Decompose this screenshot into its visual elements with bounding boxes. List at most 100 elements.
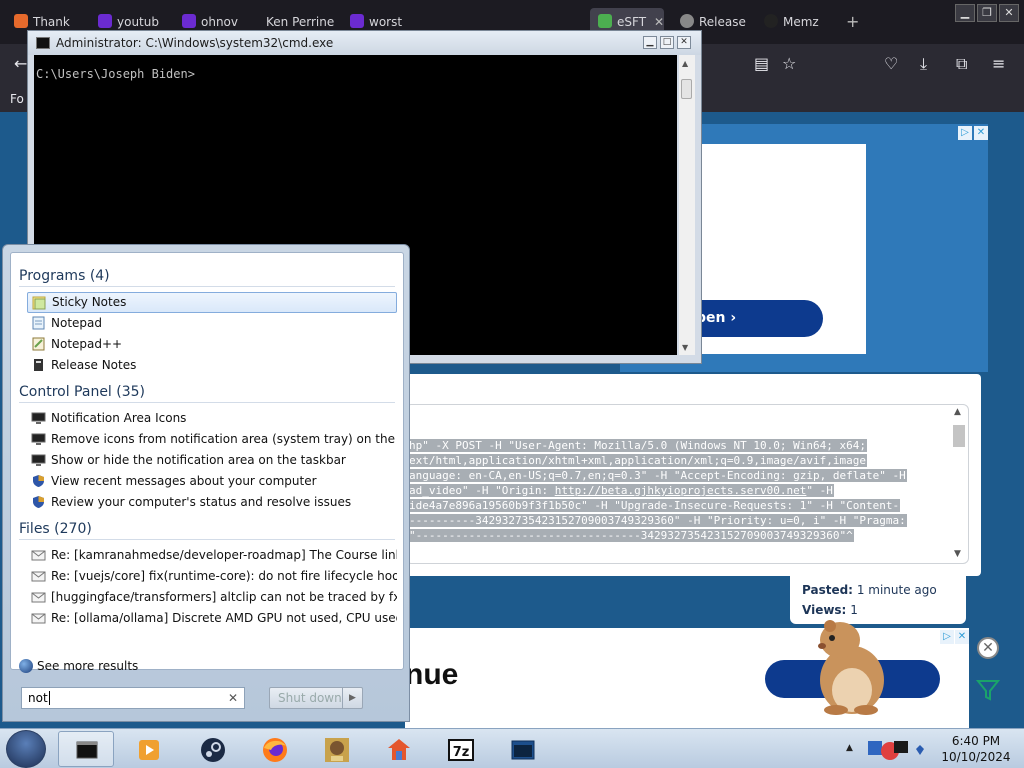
7zip-icon: 7z xyxy=(448,739,474,761)
ad-close-icon[interactable]: ✕ xyxy=(974,126,988,140)
cmd-icon xyxy=(36,37,50,49)
taskbar-window[interactable] xyxy=(494,731,550,767)
browser-tab[interactable]: Memz xyxy=(756,8,838,36)
extensions-icon[interactable]: ⧉ xyxy=(956,54,967,74)
scroll-down-icon[interactable]: ▼ xyxy=(682,343,688,352)
shutdown-button[interactable]: Shut down ▶ xyxy=(269,687,363,709)
close-tab-icon[interactable]: ✕ xyxy=(654,15,664,29)
result-release-notes[interactable]: Release Notes xyxy=(27,355,397,376)
result-file[interactable]: Re: [vuejs/core] fix(runtime-core): do n… xyxy=(27,566,397,587)
code-line: ----------342932735423152709003749329360… xyxy=(408,514,907,527)
back-icon[interactable]: ← xyxy=(14,54,27,73)
download-icon[interactable]: ⤓ xyxy=(920,54,927,74)
cmd-close-button[interactable]: ✕ xyxy=(677,36,691,49)
result-file[interactable]: Re: [ollama/ollama] Discrete AMD GPU not… xyxy=(27,608,397,629)
result-remove-icons[interactable]: Remove icons from notification area (sys… xyxy=(27,429,397,450)
new-tab-icon[interactable]: + xyxy=(846,12,859,31)
system-clock[interactable]: 6:40 PM 10/10/2024 xyxy=(940,733,1012,765)
result-notification-area-icons[interactable]: Notification Area Icons xyxy=(27,408,397,429)
adchoices-icon[interactable]: ▷ xyxy=(958,126,972,140)
start-search-input[interactable]: not ✕ xyxy=(21,687,245,709)
monitor-icon xyxy=(31,454,46,466)
scroll-up-icon[interactable]: ▲ xyxy=(954,407,961,417)
see-more-results-link[interactable]: See more results xyxy=(19,659,138,673)
search-orb-icon xyxy=(19,659,33,673)
show-hidden-icons[interactable]: ▲ xyxy=(846,743,853,753)
text-caret xyxy=(48,691,50,705)
pocket-icon[interactable]: ♡ xyxy=(884,54,898,73)
code-line: "----------------------------------34293… xyxy=(408,529,854,542)
clock-time: 6:40 PM xyxy=(951,734,1001,748)
result-notepad[interactable]: Notepad xyxy=(27,313,397,334)
programs-header[interactable]: Programs (4) xyxy=(19,268,110,284)
scroll-thumb[interactable] xyxy=(953,425,965,447)
tab-favicon-icon xyxy=(14,14,28,28)
firefox-icon xyxy=(263,738,287,762)
result-view-recent-messages[interactable]: View recent messages about your computer xyxy=(27,471,397,492)
cmd-title-bar[interactable]: Administrator: C:\Windows\system32\cmd.e… xyxy=(28,31,701,55)
code-scrollbar[interactable]: ▲ ▼ xyxy=(952,407,966,561)
files-header[interactable]: Files (270) xyxy=(19,521,92,537)
window-icon xyxy=(511,740,535,760)
divider xyxy=(19,539,395,540)
system-tray-icons[interactable] xyxy=(860,729,940,768)
result-file[interactable]: [huggingface/transformers] altclip can n… xyxy=(27,587,397,608)
shutdown-options-icon[interactable]: ▶ xyxy=(342,688,362,708)
result-sticky-notes[interactable]: Sticky Notes xyxy=(27,292,397,313)
monitor-icon xyxy=(31,433,46,445)
close-ad-icon[interactable]: ✕ xyxy=(977,637,999,659)
reader-view-icon[interactable]: ▤ xyxy=(754,54,769,73)
bookmark-star-icon[interactable]: ☆ xyxy=(782,54,796,73)
result-review-status[interactable]: Review your computer's status and resolv… xyxy=(27,492,397,513)
start-button[interactable] xyxy=(6,730,46,768)
application-icon xyxy=(388,739,410,760)
scroll-thumb[interactable] xyxy=(681,79,692,99)
scroll-up-icon[interactable]: ▲ xyxy=(682,59,688,68)
box-app-icon xyxy=(325,738,349,762)
cmd-scrollbar[interactable]: ▲ ▼ xyxy=(679,55,695,355)
shield-icon xyxy=(33,475,44,487)
taskbar-steam[interactable] xyxy=(184,731,240,767)
divider xyxy=(19,402,395,403)
cmd-maximize-button[interactable]: □ xyxy=(660,36,674,49)
result-file[interactable]: Re: [kamranahmedse/developer-roadmap] Th… xyxy=(27,545,397,566)
code-line: hp" -X POST -H "User-Agent: Mozilla/5.0 … xyxy=(408,439,867,452)
bookmark-folder[interactable]: Fo xyxy=(10,92,24,106)
taskbar-box-app[interactable] xyxy=(308,731,364,767)
svg-text:7z: 7z xyxy=(453,745,470,760)
result-show-hide-notification[interactable]: Show or hide the notification area on th… xyxy=(27,450,397,471)
taskbar-application[interactable] xyxy=(370,731,426,767)
taskbar-firefox[interactable] xyxy=(246,731,302,767)
envelope-icon xyxy=(31,592,46,603)
tab-favicon-icon xyxy=(764,14,778,28)
funnel-icon[interactable] xyxy=(976,678,1000,702)
close-button[interactable]: ✕ xyxy=(999,4,1019,22)
origin-link[interactable]: http://beta.gjhkyioprojects.serv00.net xyxy=(555,484,807,497)
ad-close-icon[interactable]: ✕ xyxy=(955,630,969,644)
cmd-window-icon xyxy=(76,741,98,759)
minimize-button[interactable]: ▁ xyxy=(955,4,975,22)
control-panel-header[interactable]: Control Panel (35) xyxy=(19,384,145,400)
taskbar-cmd[interactable] xyxy=(58,731,114,767)
maximize-button[interactable]: ❐ xyxy=(977,4,997,22)
chevron-right-icon: › xyxy=(730,310,737,326)
menu-icon[interactable]: ≡ xyxy=(992,54,1005,73)
code-line: ide4a7e896a19560b9f3f1b50c" -H "Upgrade-… xyxy=(408,499,901,512)
hamster-image xyxy=(818,620,884,715)
media-player-icon xyxy=(139,740,159,760)
taskbar-media-player[interactable] xyxy=(120,731,176,767)
taskbar-7zip[interactable]: 7z xyxy=(432,731,488,767)
result-notepad-plus-plus[interactable]: Notepad++ xyxy=(27,334,397,355)
tab-favicon-icon xyxy=(350,14,364,28)
code-line: anguage: en-CA,en-US;q=0.7,en;q=0.3" -H … xyxy=(408,469,907,482)
shield-icon xyxy=(33,496,44,508)
cmd-minimize-button[interactable]: ▁ xyxy=(643,36,657,49)
pasted-label: Pasted: xyxy=(802,583,853,597)
code-block[interactable]: hp" -X POST -H "User-Agent: Mozilla/5.0 … xyxy=(405,404,969,564)
adchoices-icon[interactable]: ▷ xyxy=(940,630,954,644)
scroll-down-icon[interactable]: ▼ xyxy=(954,549,961,559)
divider xyxy=(19,286,395,287)
steam-icon xyxy=(201,738,225,762)
cmd-title: Administrator: C:\Windows\system32\cmd.e… xyxy=(56,36,334,50)
clear-search-icon[interactable]: ✕ xyxy=(228,688,238,708)
